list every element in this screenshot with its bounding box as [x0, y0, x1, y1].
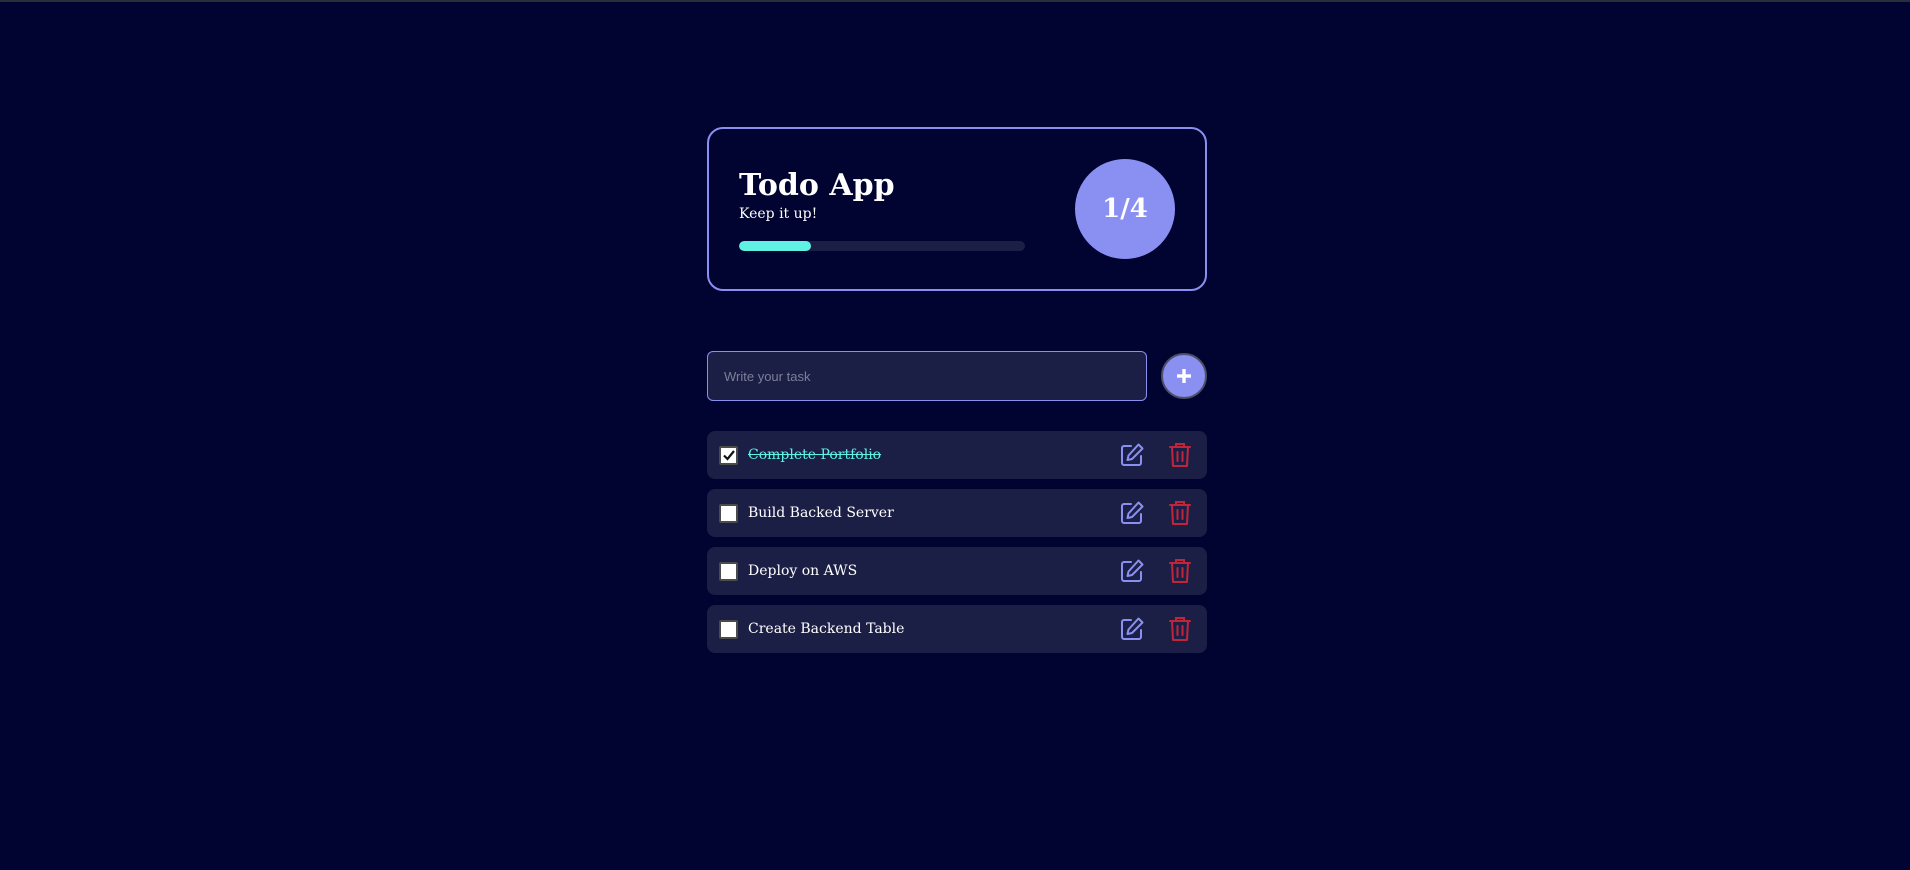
plus-icon	[1177, 369, 1191, 383]
edit-task-button[interactable]	[1117, 614, 1147, 644]
todo-text: Create Backend Table	[748, 621, 905, 637]
trash-icon	[1169, 443, 1191, 467]
trash-icon	[1169, 559, 1191, 583]
add-task-button[interactable]	[1161, 353, 1207, 399]
todo-text: Deploy on AWS	[748, 563, 858, 579]
todo-list: Complete Portfolio Build Backed Server Dep…	[707, 431, 1207, 653]
edit-icon	[1121, 501, 1144, 524]
todo-item: Create Backend Table	[707, 605, 1207, 653]
app-subtitle: Keep it up!	[739, 205, 818, 222]
edit-task-button[interactable]	[1117, 556, 1147, 586]
checkmark-icon	[722, 450, 735, 461]
add-task-form	[707, 351, 1207, 401]
todo-item: Build Backed Server	[707, 489, 1207, 537]
todo-checkbox[interactable]	[719, 503, 738, 523]
progress-card-text: Todo App Keep it up!	[739, 168, 1025, 251]
delete-task-button[interactable]	[1165, 614, 1195, 644]
todo-checkbox[interactable]	[719, 445, 738, 465]
edit-icon	[1121, 443, 1144, 466]
progress-bar	[739, 240, 1025, 251]
edit-icon	[1121, 559, 1144, 582]
delete-task-button[interactable]	[1165, 556, 1195, 586]
completion-counter: 1/4	[1075, 159, 1175, 259]
progress-bar-fill	[739, 240, 811, 251]
edit-icon	[1121, 617, 1144, 640]
todo-text: Complete Portfolio	[748, 447, 882, 463]
edit-task-button[interactable]	[1117, 440, 1147, 470]
delete-task-button[interactable]	[1165, 440, 1195, 470]
todo-checkbox[interactable]	[719, 619, 738, 639]
todo-item: Complete Portfolio	[707, 431, 1207, 479]
delete-task-button[interactable]	[1165, 498, 1195, 528]
trash-icon	[1169, 617, 1191, 641]
todo-app: Todo App Keep it up! 1/4 Complete Portfo…	[707, 127, 1207, 653]
todo-text: Build Backed Server	[748, 505, 894, 521]
app-title: Todo App	[739, 167, 895, 203]
edit-task-button[interactable]	[1117, 498, 1147, 528]
task-input[interactable]	[707, 351, 1147, 401]
window-top-border	[0, 0, 1910, 2]
progress-card: Todo App Keep it up! 1/4	[707, 127, 1207, 291]
todo-checkbox[interactable]	[719, 561, 738, 581]
trash-icon	[1169, 501, 1191, 525]
todo-item: Deploy on AWS	[707, 547, 1207, 595]
